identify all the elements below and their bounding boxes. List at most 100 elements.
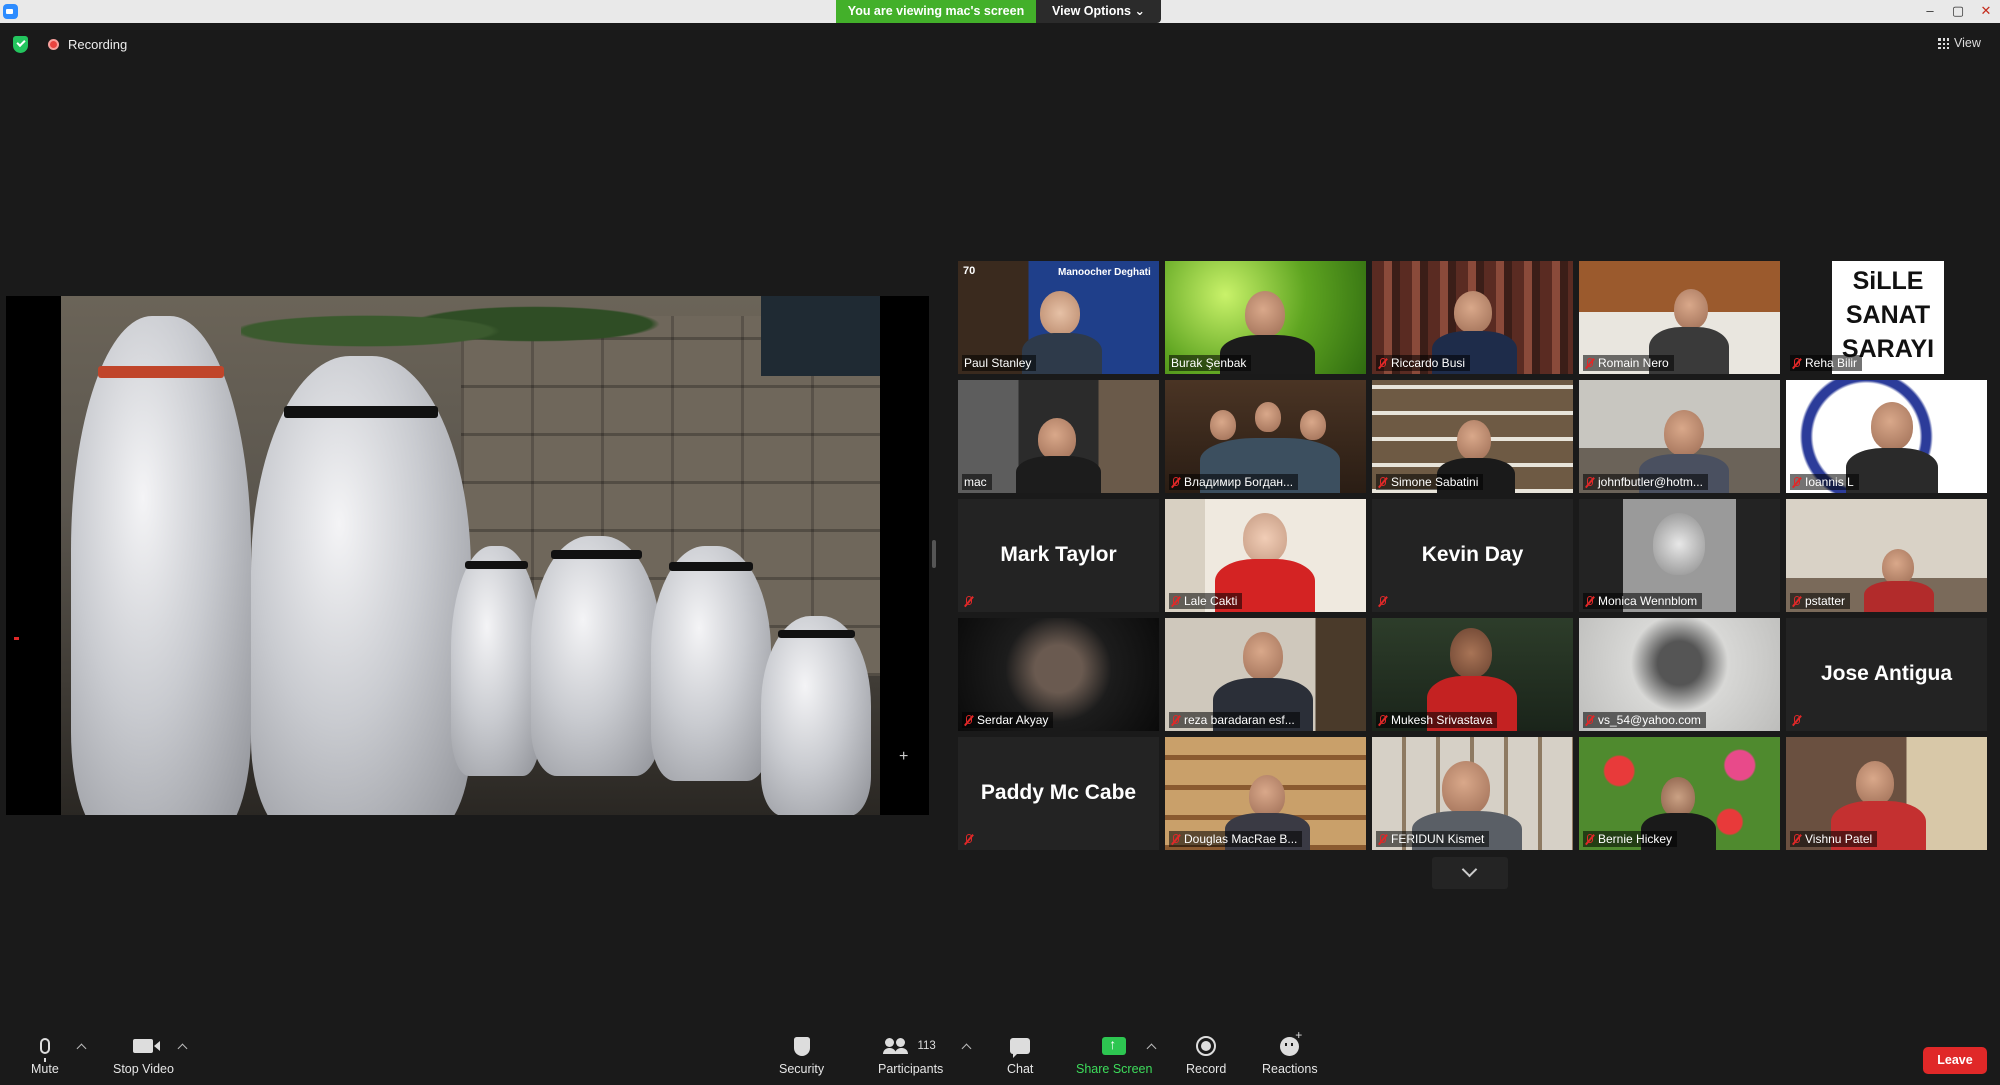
camera-icon: [133, 1039, 161, 1053]
security-shield-icon: [793, 1036, 810, 1056]
stop-video-button[interactable]: Stop Video: [113, 1033, 174, 1076]
shared-photo: [61, 296, 880, 815]
minimize-button[interactable]: –: [1916, 0, 1944, 23]
participant-name: reza baradaran esf...: [1169, 712, 1300, 728]
participant-tile[interactable]: Bernie Hickey: [1579, 737, 1780, 850]
panel-splitter[interactable]: [932, 540, 936, 568]
participant-tile[interactable]: Владимир Богдан...: [1165, 380, 1366, 493]
reactions-button[interactable]: Reactions: [1262, 1028, 1318, 1077]
muted-mic-icon: [1378, 357, 1387, 369]
participants-button[interactable]: 113 Participants: [878, 1033, 943, 1076]
maximize-button[interactable]: ▢: [1944, 0, 1972, 23]
muted-mic-icon: [1171, 476, 1180, 488]
recording-label: Recording: [68, 37, 128, 52]
participant-tile[interactable]: Paddy Mc Cabe: [958, 737, 1159, 850]
view-layout-button[interactable]: View: [1938, 36, 1981, 50]
participant-tile[interactable]: vs_54@yahoo.com: [1579, 618, 1780, 731]
muted-mic-icon: [1171, 714, 1180, 726]
record-button[interactable]: Record: [1186, 1033, 1226, 1076]
participant-name: Bernie Hickey: [1583, 831, 1678, 847]
security-button[interactable]: Security: [779, 1033, 824, 1076]
muted-mic-icon: [1792, 357, 1801, 369]
participant-tile[interactable]: Vishnu Patel: [1786, 737, 1987, 850]
video-options-caret[interactable]: [177, 1043, 188, 1054]
participant-name: Reha Bilir: [1790, 355, 1863, 371]
participant-tile[interactable]: Lale Cakti: [1165, 499, 1366, 612]
audio-options-caret[interactable]: [76, 1043, 87, 1054]
participant-tile[interactable]: Douglas MacRae B...: [1165, 737, 1366, 850]
participant-tile-active-speaker[interactable]: mac: [958, 380, 1159, 493]
participant-tile[interactable]: Ioannis L: [1786, 380, 1987, 493]
participant-tile[interactable]: FERIDUN Kismet: [1372, 737, 1573, 850]
muted-mic-icon: [1585, 476, 1594, 488]
next-page-button[interactable]: [1432, 857, 1508, 889]
muted-mic-icon: [1378, 833, 1387, 845]
muted-mic-icon: [1792, 833, 1801, 845]
muted-mic-icon: [1792, 595, 1801, 607]
window-controls: – ▢ ✕: [1916, 0, 2000, 23]
muted-mic-icon: [964, 714, 973, 726]
figure: [71, 316, 251, 815]
crosshair-icon: +: [899, 748, 909, 765]
muted-mic-icon: [1378, 714, 1387, 726]
recording-icon: [48, 39, 59, 50]
gallery-view: 70 Manoocher Deghati Paul Stanley Burak …: [958, 261, 1987, 850]
participant-name: Vishnu Patel: [1790, 831, 1878, 847]
encryption-shield-icon[interactable]: [13, 36, 28, 53]
participant-tile[interactable]: Mark Taylor: [958, 499, 1159, 612]
participant-tile[interactable]: Simone Sabatini: [1372, 380, 1573, 493]
participant-name: Monica Wennblom: [1583, 593, 1703, 609]
participant-tile[interactable]: SiLLE SANAT SARAYI Reha Bilir: [1786, 261, 1987, 374]
participant-name: Paul Stanley: [962, 355, 1037, 371]
participant-count: 113: [917, 1040, 936, 1052]
participant-tile[interactable]: 70 Manoocher Deghati Paul Stanley: [958, 261, 1159, 374]
participant-tile[interactable]: Kevin Day: [1372, 499, 1573, 612]
muted-mic-icon: [964, 834, 973, 845]
participant-name-large: Paddy Mc Cabe: [980, 781, 1137, 804]
chat-button[interactable]: Chat: [1007, 1033, 1033, 1076]
figure: [451, 546, 541, 776]
muted-mic-icon: [1171, 595, 1180, 607]
chevron-down-icon: [1461, 861, 1478, 878]
participant-tile[interactable]: Mukesh Srivastava: [1372, 618, 1573, 731]
view-options-button[interactable]: View Options ⌄: [1036, 0, 1161, 23]
participant-name: Владимир Богдан...: [1169, 474, 1299, 490]
muted-mic-icon: [1585, 357, 1594, 369]
participant-tile[interactable]: Burak Şenbak: [1165, 261, 1366, 374]
participant-name: Serdar Akyay: [962, 712, 1054, 728]
chat-bubble-icon: [1010, 1038, 1031, 1058]
participant-tile[interactable]: Serdar Akyay: [958, 618, 1159, 731]
participant-name: Romain Nero: [1583, 355, 1674, 371]
participant-tile[interactable]: Romain Nero: [1579, 261, 1780, 374]
close-button[interactable]: ✕: [1972, 0, 2000, 23]
leave-button[interactable]: Leave: [1923, 1047, 1987, 1074]
participant-name: Lale Cakti: [1169, 593, 1243, 609]
figure: [761, 616, 871, 815]
smiley-icon: [1280, 1028, 1302, 1056]
participant-name: mac: [962, 474, 992, 490]
muted-mic-icon: [1792, 715, 1801, 726]
participant-tile[interactable]: johnfbutler@hotm...: [1579, 380, 1780, 493]
zoom-app-icon: [3, 4, 18, 19]
window-title-bar: You are viewing mac's screen View Option…: [0, 0, 2000, 23]
mute-button[interactable]: Mute: [31, 1033, 59, 1076]
muted-mic-icon: [1378, 476, 1387, 488]
participant-tile[interactable]: Riccardo Busi: [1372, 261, 1573, 374]
participant-tile[interactable]: Jose Antigua: [1786, 618, 1987, 731]
muted-mic-icon: [1792, 476, 1801, 488]
participant-name: Simone Sabatini: [1376, 474, 1484, 490]
microphone-icon: [39, 1038, 50, 1062]
participant-name: Ioannis L: [1790, 474, 1859, 490]
participant-tile[interactable]: Monica Wennblom: [1579, 499, 1780, 612]
participant-name: Burak Şenbak: [1169, 355, 1252, 371]
view-label: View: [1954, 36, 1981, 50]
participant-tile[interactable]: reza baradaran esf...: [1165, 618, 1366, 731]
shared-screen: +: [6, 296, 929, 815]
muted-mic-icon: [1585, 714, 1594, 726]
participant-name: johnfbutler@hotm...: [1583, 474, 1708, 490]
participants-options-caret[interactable]: [961, 1043, 972, 1054]
participant-name: Douglas MacRae B...: [1169, 831, 1303, 847]
participant-tile[interactable]: pstatter: [1786, 499, 1987, 612]
share-screen-button[interactable]: Share Screen: [1076, 1033, 1152, 1076]
participant-name: Riccardo Busi: [1376, 355, 1471, 371]
